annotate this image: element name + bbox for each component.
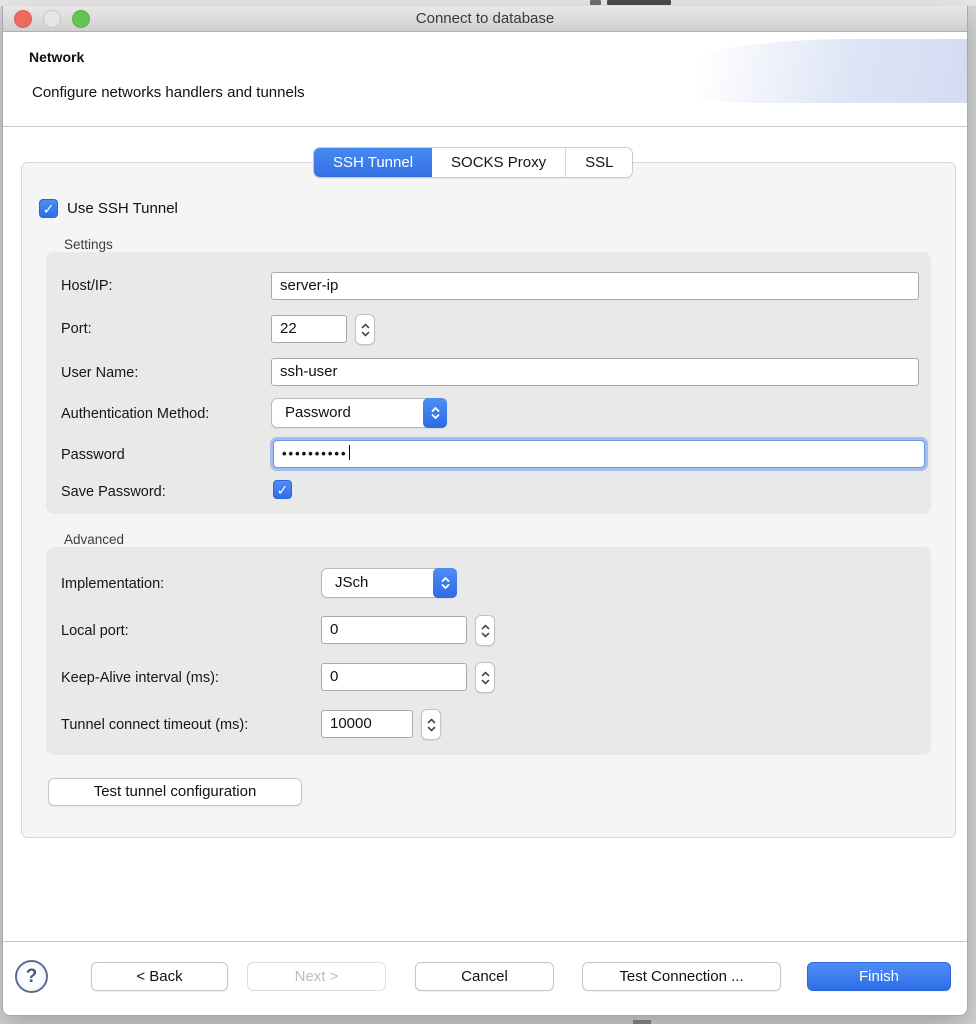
cancel-button[interactable]: Cancel <box>415 962 554 991</box>
implementation-label: Implementation: <box>61 576 164 592</box>
local-port-label: Local port: <box>61 623 129 639</box>
page-subtitle: Configure networks handlers and tunnels <box>32 84 305 101</box>
port-input[interactable]: 22 <box>271 315 347 343</box>
next-button[interactable]: Next > <box>247 962 386 991</box>
keep-alive-value: 0 <box>330 668 338 685</box>
tab-socks-proxy[interactable]: SOCKS Proxy <box>432 148 566 177</box>
port-value: 22 <box>280 320 297 337</box>
background-window-icon <box>590 0 601 5</box>
back-button[interactable]: < Back <box>91 962 228 991</box>
host-label: Host/IP: <box>61 278 113 294</box>
keep-alive-label: Keep-Alive interval (ms): <box>61 670 219 686</box>
use-ssh-tunnel-label: Use SSH Tunnel <box>67 200 178 217</box>
footer-separator <box>3 941 967 942</box>
user-name-value: ssh-user <box>280 363 338 380</box>
auth-method-select[interactable]: Password <box>271 398 447 428</box>
advanced-group: Implementation: JSch Local port: 0 Keep-… <box>46 547 931 755</box>
stepper-arrows-icon <box>480 669 491 687</box>
auth-method-value: Password <box>285 399 351 427</box>
user-name-label: User Name: <box>61 365 138 381</box>
close-button[interactable] <box>14 10 32 28</box>
window-title: Connect to database <box>3 6 967 32</box>
select-arrows-icon <box>423 398 447 428</box>
background-window-text-fragment <box>607 0 671 5</box>
local-port-value: 0 <box>330 621 338 638</box>
use-ssh-tunnel-checkbox[interactable]: ✓ <box>39 199 58 218</box>
header-swoosh-graphic <box>667 39 967 103</box>
tunnel-timeout-input[interactable]: 10000 <box>321 710 413 738</box>
test-connection-button[interactable]: Test Connection ... <box>582 962 781 991</box>
implementation-select[interactable]: JSch <box>321 568 457 598</box>
save-password-label: Save Password: <box>61 484 166 500</box>
implementation-value: JSch <box>335 569 368 597</box>
stepper-arrows-icon <box>426 716 437 734</box>
test-tunnel-configuration-button[interactable]: Test tunnel configuration <box>48 778 302 806</box>
password-value: •••••••••• <box>282 446 348 461</box>
network-tabs: SSH Tunnel SOCKS Proxy SSL <box>313 147 633 178</box>
connect-to-database-dialog: Connect to database Network Configure ne… <box>2 6 968 1016</box>
user-name-input[interactable]: ssh-user <box>271 358 919 386</box>
tunnel-timeout-label: Tunnel connect timeout (ms): <box>61 717 248 733</box>
host-value: server-ip <box>280 277 338 294</box>
stepper-arrows-icon <box>480 622 491 640</box>
finish-button[interactable]: Finish <box>807 962 951 991</box>
settings-group-label: Settings <box>64 237 113 252</box>
keep-alive-input[interactable]: 0 <box>321 663 467 691</box>
text-caret <box>349 445 350 460</box>
local-port-stepper[interactable] <box>475 615 495 646</box>
help-button[interactable]: ? <box>15 960 48 993</box>
tunnel-timeout-value: 10000 <box>330 715 372 732</box>
advanced-group-label: Advanced <box>64 532 124 547</box>
port-stepper[interactable] <box>355 314 375 345</box>
keep-alive-stepper[interactable] <box>475 662 495 693</box>
minimize-button[interactable] <box>43 10 61 28</box>
stepper-arrows-icon <box>360 321 371 339</box>
tab-ssl[interactable]: SSL <box>566 148 632 177</box>
port-label: Port: <box>61 321 92 337</box>
wizard-header: Network Configure networks handlers and … <box>3 33 967 127</box>
zoom-button[interactable] <box>72 10 90 28</box>
local-port-input[interactable]: 0 <box>321 616 467 644</box>
title-bar[interactable]: Connect to database <box>3 6 967 32</box>
tab-ssh-tunnel[interactable]: SSH Tunnel <box>314 148 432 177</box>
tunnel-timeout-stepper[interactable] <box>421 709 441 740</box>
host-input[interactable]: server-ip <box>271 272 919 300</box>
select-arrows-icon <box>433 568 457 598</box>
password-input[interactable]: •••••••••• <box>273 440 925 468</box>
password-label: Password <box>61 447 125 463</box>
save-password-checkbox[interactable]: ✓ <box>273 480 292 499</box>
background-window-bottom-fragment <box>633 1020 651 1024</box>
settings-group: Host/IP: server-ip Port: 22 User Name: s… <box>46 252 931 514</box>
auth-method-label: Authentication Method: <box>61 406 209 422</box>
page-title: Network <box>29 49 84 65</box>
